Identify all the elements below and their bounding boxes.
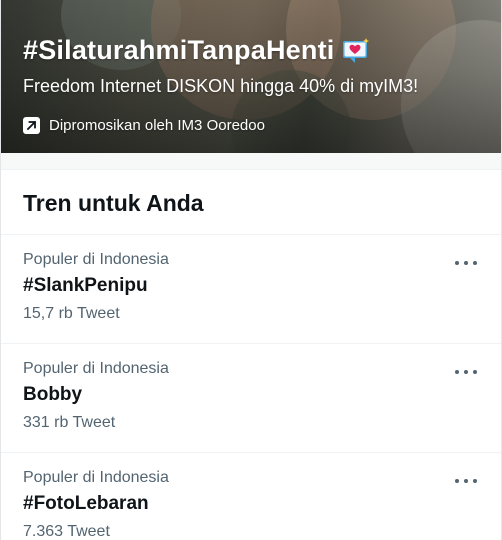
section-divider: [1, 153, 501, 170]
trend-tweet-count: 331 rb Tweet: [23, 414, 116, 431]
promoted-subtitle: Freedom Internet DISKON hingga 40% di my…: [23, 76, 419, 96]
love-letter-icon: [340, 36, 370, 64]
promoted-arrow-icon: [23, 117, 40, 134]
promoted-by-label: Dipromosikan oleh IM3 Ooredoo: [49, 117, 265, 134]
trend-context: Populer di Indonesia: [23, 251, 169, 268]
trend-name[interactable]: #SlankPenipu: [23, 275, 479, 297]
trend-name[interactable]: #FotoLebaran: [23, 493, 479, 515]
trend-tweet-count: 7.363 Tweet: [23, 523, 110, 540]
more-options-icon[interactable]: [455, 366, 477, 378]
trend-tweet-count: 15,7 rb Tweet: [23, 305, 120, 322]
trends-section-title: Tren untuk Anda: [1, 170, 501, 235]
banner-content: #SilaturahmiTanpaHenti Freedom Internet …: [23, 30, 491, 134]
more-options-icon[interactable]: [455, 257, 477, 269]
trend-name[interactable]: Bobby: [23, 384, 479, 406]
promoted-hashtag[interactable]: #SilaturahmiTanpaHenti: [23, 35, 334, 66]
banner-hashtag-row: #SilaturahmiTanpaHenti: [23, 30, 491, 70]
trend-context: Populer di Indonesia: [23, 469, 169, 486]
more-options-icon[interactable]: [455, 475, 477, 487]
trend-item[interactable]: Populer di Indonesia Bobby 331 rb Tweet: [1, 344, 501, 453]
trend-item[interactable]: Populer di Indonesia #FotoLebaran 7.363 …: [1, 453, 501, 540]
trends-panel: #SilaturahmiTanpaHenti Freedom Internet …: [0, 0, 502, 540]
trend-context: Populer di Indonesia: [23, 360, 169, 377]
promoted-banner[interactable]: #SilaturahmiTanpaHenti Freedom Internet …: [1, 0, 501, 153]
promoted-by-row: Dipromosikan oleh IM3 Ooredoo: [23, 117, 491, 134]
trend-item[interactable]: Populer di Indonesia #SlankPenipu 15,7 r…: [1, 235, 501, 344]
